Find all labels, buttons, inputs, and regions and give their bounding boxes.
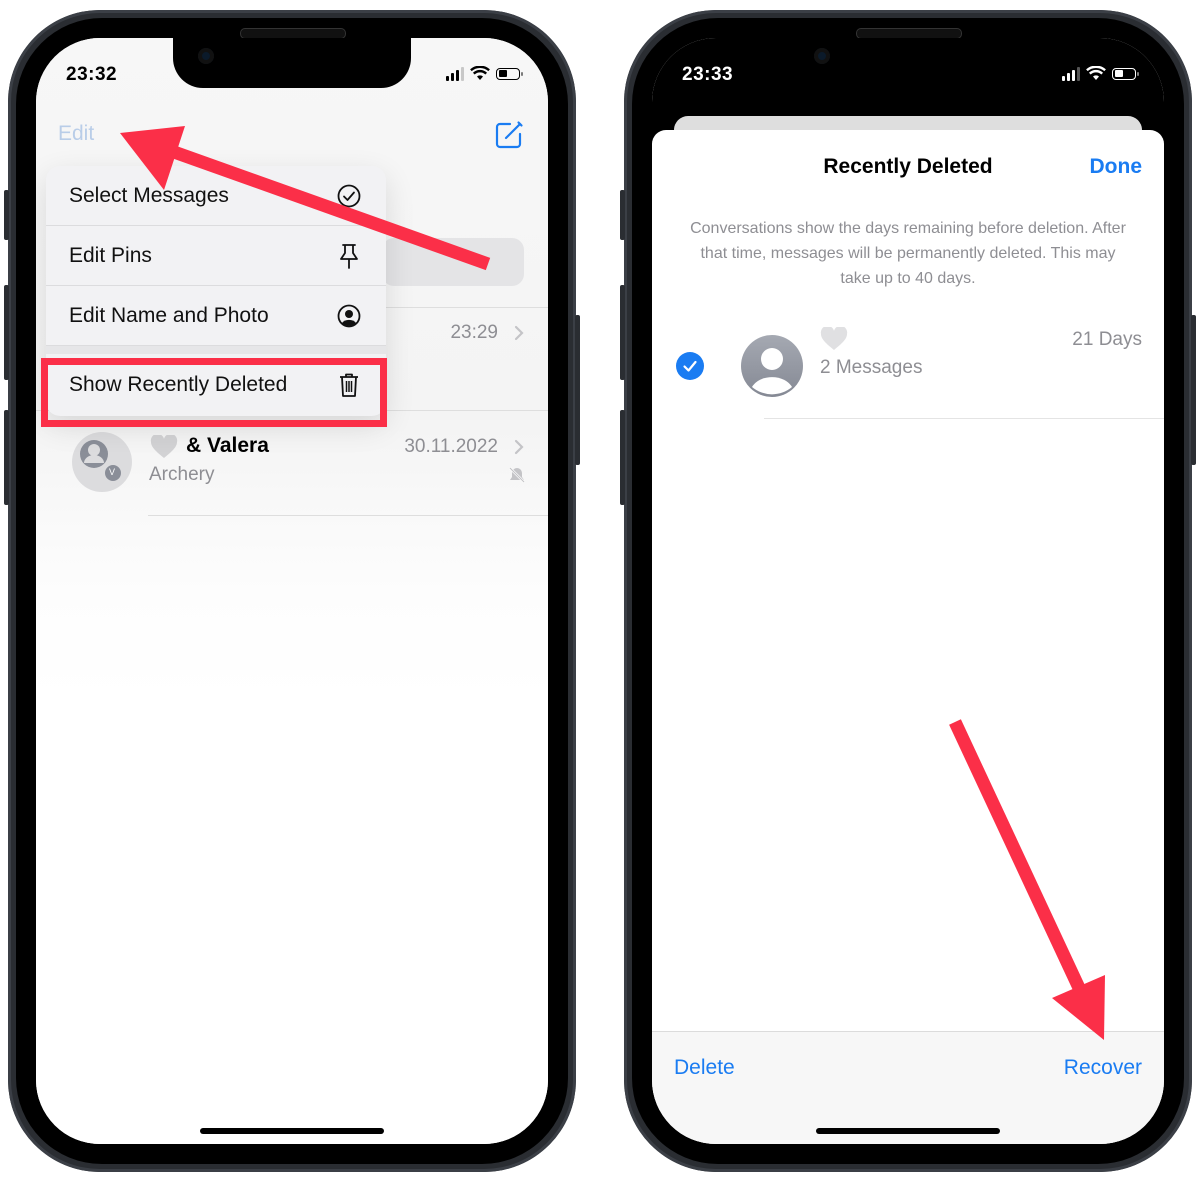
sheet-title: Recently Deleted (823, 155, 993, 178)
menu-separator (46, 346, 386, 354)
power-button (575, 315, 580, 465)
power-button (1191, 315, 1196, 465)
action-button (4, 190, 9, 240)
chevron-right-icon (514, 439, 524, 455)
conversation-preview: Archery (149, 464, 215, 485)
avatar-initial: V (109, 467, 116, 477)
done-button[interactable]: Done (1090, 155, 1143, 179)
message-count: 2 Messages (820, 357, 923, 378)
avatar: V (72, 432, 132, 492)
right-phone-frame: 23:33 Recently Deleted Done Conversation… (620, 10, 1196, 1172)
info-text: Conversations show the days remaining be… (690, 220, 1126, 287)
battery-icon (496, 67, 523, 80)
highlight-annotation (41, 358, 387, 427)
left-screen: 23:32 Edit 23:29 V & Valera 30.11.2022 A… (36, 38, 548, 1144)
signal-icon (446, 66, 464, 81)
divider (148, 515, 548, 516)
pin-icon (336, 243, 362, 269)
pinned-conversation[interactable] (382, 238, 524, 286)
left-phone-frame: 23:32 Edit 23:29 V & Valera 30.11.2022 A… (4, 10, 580, 1172)
person-icon (752, 348, 792, 395)
recently-deleted-sheet: Recently Deleted Done Conversations show… (652, 130, 1164, 1144)
home-indicator (200, 1128, 384, 1134)
wifi-icon (1086, 66, 1106, 80)
menu-item-edit-name-photo[interactable]: Edit Name and Photo (46, 286, 386, 346)
menu-item-select-messages[interactable]: Select Messages (46, 166, 386, 226)
volume-up-button (4, 285, 9, 380)
heart-icon (150, 435, 178, 458)
chevron-right-icon (514, 325, 524, 341)
person-icon (80, 440, 123, 483)
status-time: 23:33 (682, 64, 734, 85)
days-remaining: 21 Days (1072, 329, 1142, 350)
camera (814, 48, 830, 64)
battery-icon (1112, 67, 1139, 80)
checkmark-circle-icon (336, 183, 362, 209)
divider (764, 418, 1164, 419)
conversation-time: 23:29 (450, 322, 498, 343)
selected-checkbox[interactable] (676, 352, 704, 380)
menu-item-label: Select Messages (69, 183, 229, 207)
recover-button[interactable]: Recover (1064, 1056, 1142, 1080)
volume-down-button (620, 410, 625, 505)
status-icons (446, 66, 523, 81)
home-indicator (816, 1128, 1000, 1134)
action-button (620, 190, 625, 240)
volume-down-button (4, 410, 9, 505)
person-circle-icon (336, 303, 362, 329)
camera (198, 48, 214, 64)
status-time: 23:32 (66, 64, 118, 85)
avatar (741, 335, 803, 397)
muted-bell-icon (509, 467, 525, 483)
delete-button[interactable]: Delete (674, 1056, 735, 1080)
menu-item-label: Edit Pins (69, 243, 152, 267)
edit-button[interactable]: Edit (58, 122, 94, 146)
conversation-date: 30.11.2022 (404, 436, 498, 457)
volume-up-button (620, 285, 625, 380)
checkmark-icon (683, 360, 697, 372)
wifi-icon (470, 66, 490, 80)
conversation-name[interactable]: & Valera (186, 434, 269, 458)
right-screen: 23:33 Recently Deleted Done Conversation… (652, 38, 1164, 1144)
signal-icon (1062, 66, 1080, 81)
status-icons (1062, 66, 1139, 81)
menu-item-edit-pins[interactable]: Edit Pins (46, 226, 386, 286)
menu-item-label: Edit Name and Photo (69, 303, 269, 327)
heart-icon (820, 327, 848, 350)
compose-icon[interactable] (494, 120, 524, 150)
divider (376, 307, 548, 308)
